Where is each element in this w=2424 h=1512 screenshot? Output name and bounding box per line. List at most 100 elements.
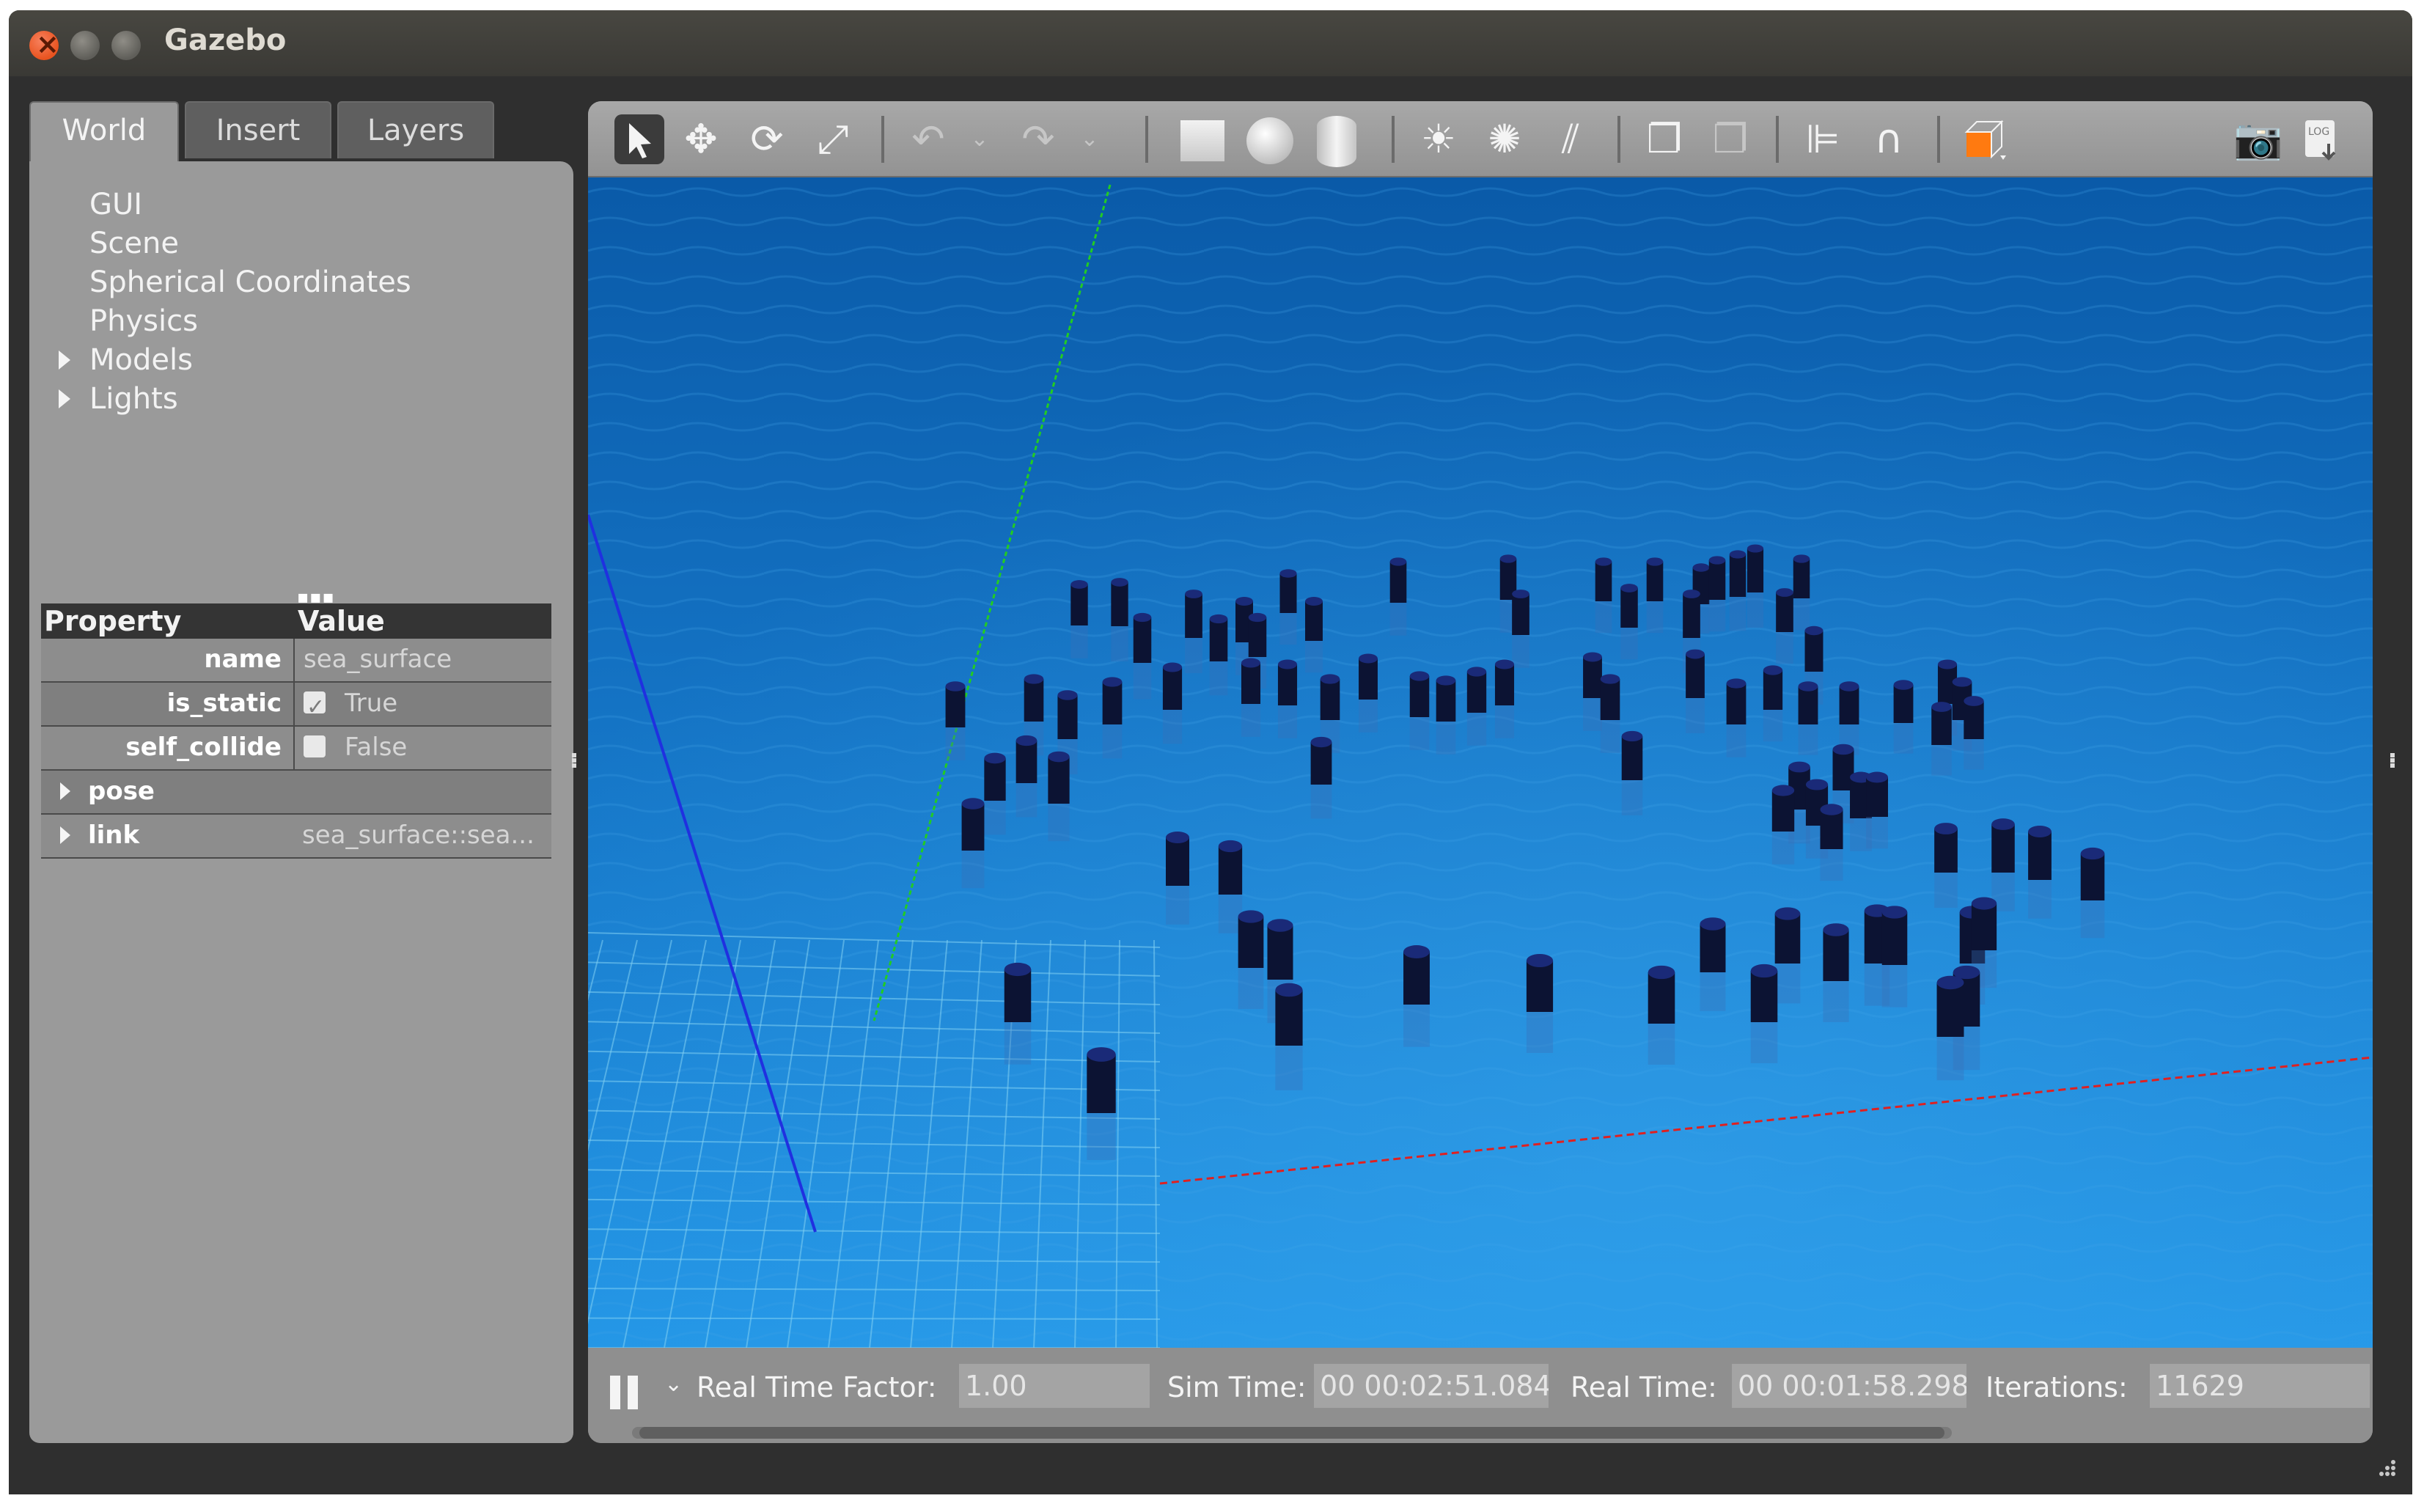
checkbox-unchecked-icon[interactable] <box>304 735 326 757</box>
cylinder-obstacle <box>1048 751 1070 842</box>
header-property: Property <box>44 605 182 637</box>
cylinder-obstacle <box>1936 975 1964 1081</box>
tree-item-gui[interactable]: GUI <box>89 188 142 221</box>
cylinder-obstacle <box>1070 580 1088 658</box>
tab-insert[interactable]: Insert <box>185 101 331 158</box>
real-time-factor-label: Real Time Factor: <box>697 1371 937 1403</box>
cylinder-obstacle <box>2080 847 2105 939</box>
cylinder-obstacle <box>1823 923 1849 1022</box>
cylinder-obstacle <box>1359 653 1378 733</box>
sphere-icon[interactable] <box>1246 117 1293 164</box>
cylinder-obstacle <box>1726 678 1747 757</box>
3d-scene[interactable] <box>588 177 2373 1348</box>
tree-item-scene[interactable]: Scene <box>89 227 179 260</box>
cylinder-obstacle <box>1241 658 1261 737</box>
point-light-icon[interactable]: ☀ <box>1414 114 1463 164</box>
undo-dropdown-icon[interactable]: ⌄ <box>955 114 1005 164</box>
cylinder-obstacle <box>1162 662 1183 744</box>
tree-item-spherical-coordinates[interactable]: Spherical Coordinates <box>89 265 411 299</box>
resize-grip-icon[interactable] <box>2374 1455 2396 1477</box>
cylinder-obstacle <box>1275 983 1303 1090</box>
panel-splitter-left[interactable] <box>572 752 578 770</box>
tree-item-lights[interactable]: Lights <box>89 382 178 416</box>
cylinder-obstacle <box>1798 681 1818 755</box>
translate-icon[interactable]: ✥ <box>676 114 726 164</box>
tab-world[interactable]: World <box>29 101 179 163</box>
align-icon[interactable]: ⊫ <box>1798 114 1848 164</box>
cylinder-obstacle <box>1708 556 1726 632</box>
copy-icon[interactable]: ❐ <box>1639 114 1689 164</box>
box-icon[interactable] <box>1180 120 1224 161</box>
cylinder-obstacle <box>1087 1047 1116 1160</box>
toolbar: ✥ ⟳ ⤢ ↶ ⌄ ↷ ⌄ ☀ ✺ ⫽ ❐ ❐ ⊫ ∩ 📷 LOG <box>588 101 2373 177</box>
redo-dropdown-icon[interactable]: ⌄ <box>1065 114 1114 164</box>
property-label: self_collide <box>125 733 282 762</box>
main-content: World Insert Layers GUI Scene Spherical … <box>9 76 2412 1494</box>
title-bar: Gazebo <box>9 10 2412 76</box>
tree-item-physics[interactable]: Physics <box>89 304 198 338</box>
step-dropdown-icon[interactable]: ⌄ <box>664 1371 683 1397</box>
property-row-pose[interactable]: pose <box>41 771 551 815</box>
cylinder-obstacle <box>1934 823 1958 908</box>
maximize-window-button[interactable] <box>111 31 141 60</box>
checkbox-checked-icon[interactable] <box>304 687 326 725</box>
undo-icon[interactable]: ↶ <box>903 114 953 164</box>
redo-icon[interactable]: ↷ <box>1013 114 1063 164</box>
render-viewport[interactable]: ✥ ⟳ ⤢ ↶ ⌄ ↷ ⌄ ☀ ✺ ⫽ ❐ ❐ ⊫ ∩ 📷 LOG ⌄ Real… <box>588 101 2373 1443</box>
left-panel: World Insert Layers GUI Scene Spherical … <box>29 101 573 1443</box>
sim-time-value: 00 00:02:51.084 <box>1314 1364 1549 1408</box>
tree-item-models[interactable]: Models <box>89 343 193 377</box>
close-window-button[interactable] <box>29 28 59 60</box>
directional-light-icon[interactable]: ⫽ <box>1546 114 1595 164</box>
self-collide-value: False <box>345 733 408 762</box>
iterations-value: 11629 <box>2150 1364 2370 1408</box>
cylinder-obstacle <box>1991 818 2015 911</box>
property-value: True <box>293 683 551 725</box>
cylinder-obstacle <box>945 681 966 760</box>
cylinder-obstacle <box>1931 702 1952 776</box>
gazebo-window: Gazebo World Insert Layers GUI Scene Sph… <box>9 10 2412 1494</box>
view-angle-icon[interactable] <box>1959 114 2009 164</box>
cylinder-obstacle <box>1102 677 1123 759</box>
cylinder-obstacle <box>1310 736 1332 819</box>
cylinder-obstacle <box>1839 681 1859 755</box>
cylinder-obstacle <box>1600 674 1620 753</box>
panel-splitter-right[interactable] <box>2390 752 2396 770</box>
cylinder-obstacle <box>1793 554 1810 631</box>
property-value: sea_surface::sea... <box>302 821 535 850</box>
cylinder-obstacle <box>1866 771 1888 849</box>
scrollbar-thumb[interactable] <box>639 1427 1944 1439</box>
cylinder-obstacle <box>1466 667 1487 746</box>
minimize-window-button[interactable] <box>70 31 100 60</box>
cylinder-obstacle <box>1646 557 1664 634</box>
real-time-value: 00 00:01:58.298 <box>1732 1364 1966 1408</box>
pause-icon[interactable] <box>610 1376 641 1409</box>
log-icon[interactable]: LOG <box>2296 114 2346 164</box>
is-static-value: True <box>345 689 398 718</box>
screenshot-icon[interactable]: 📷 <box>2233 114 2283 164</box>
cylinder-obstacle <box>1526 953 1554 1053</box>
paste-icon[interactable]: ❐ <box>1705 114 1755 164</box>
cylinder-obstacle <box>1004 962 1032 1065</box>
cylinder-icon[interactable] <box>1317 116 1356 167</box>
property-label: pose <box>88 777 155 806</box>
cylinder-obstacle <box>1893 680 1914 754</box>
select-arrow-icon[interactable] <box>614 114 664 164</box>
sim-time-label: Sim Time: <box>1167 1371 1307 1403</box>
property-row-self-collide[interactable]: self_collide False <box>41 727 551 771</box>
cylinder-obstacle <box>1620 584 1638 660</box>
tab-layers[interactable]: Layers <box>337 101 494 158</box>
cylinder-obstacle <box>1621 730 1643 815</box>
property-label: link <box>88 821 140 850</box>
property-row-link[interactable]: link sea_surface::sea... <box>41 815 551 859</box>
property-row-name[interactable]: name sea_surface <box>41 639 551 683</box>
property-row-is-static[interactable]: is_static True <box>41 683 551 727</box>
expand-arrow-icon[interactable] <box>59 389 70 408</box>
cylinder-obstacle <box>1185 590 1202 673</box>
cylinder-obstacle <box>1771 785 1795 865</box>
spot-light-icon[interactable]: ✺ <box>1480 114 1529 164</box>
expand-arrow-icon[interactable] <box>59 351 70 370</box>
snap-icon[interactable]: ∩ <box>1864 114 1914 164</box>
scale-icon[interactable]: ⤢ <box>808 114 858 164</box>
rotate-icon[interactable]: ⟳ <box>742 114 792 164</box>
